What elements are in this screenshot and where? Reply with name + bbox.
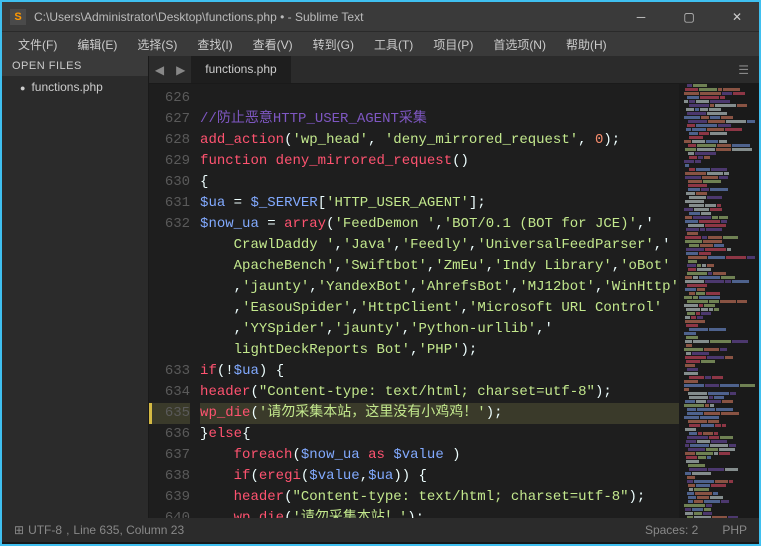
menu-item[interactable]: 查找(I)	[189, 34, 240, 55]
tab-nav-left-icon[interactable]: ◀	[149, 56, 170, 83]
code-area[interactable]: 626627628629630631632 633634635636637638…	[149, 84, 759, 518]
menu-item[interactable]: 工具(T)	[366, 34, 421, 55]
status-language[interactable]: PHP	[722, 523, 747, 537]
gutter: 626627628629630631632 633634635636637638…	[149, 84, 200, 518]
status-position: Line 635, Column 23	[73, 523, 184, 537]
code[interactable]: //防止恶意HTTP_USER_AGENT采集add_action('wp_he…	[200, 84, 679, 518]
console-toggle-icon[interactable]: ⊞	[14, 523, 24, 537]
sidebar: OPEN FILES functions.php	[2, 56, 149, 518]
close-button[interactable]: ✕	[723, 10, 751, 24]
menu-item[interactable]: 文件(F)	[10, 34, 65, 55]
menu-item[interactable]: 编辑(E)	[69, 34, 125, 55]
tabbar: ◀ ▶ functions.php ☰	[149, 56, 759, 84]
tab[interactable]: functions.php	[191, 56, 291, 83]
titlebar: S C:\Users\Administrator\Desktop\functio…	[2, 2, 759, 32]
tab-menu-icon[interactable]: ☰	[728, 56, 759, 83]
statusbar: ⊞ UTF-8, Line 635, Column 23 Spaces: 2 P…	[2, 518, 759, 542]
menubar: 文件(F)编辑(E)选择(S)查找(I)查看(V)转到(G)工具(T)项目(P)…	[2, 32, 759, 56]
menu-item[interactable]: 帮助(H)	[558, 34, 615, 55]
minimap[interactable]	[679, 84, 759, 518]
status-encoding[interactable]: UTF-8	[28, 523, 62, 537]
tab-nav-right-icon[interactable]: ▶	[170, 56, 191, 83]
menu-item[interactable]: 转到(G)	[305, 34, 362, 55]
menu-item[interactable]: 首选项(N)	[485, 34, 554, 55]
menu-item[interactable]: 选择(S)	[129, 34, 185, 55]
window-title: C:\Users\Administrator\Desktop\functions…	[34, 10, 627, 24]
sidebar-header: OPEN FILES	[2, 56, 148, 76]
status-spaces[interactable]: Spaces: 2	[645, 523, 698, 537]
app-icon: S	[10, 9, 26, 25]
editor: ◀ ▶ functions.php ☰ 62662762862963063163…	[149, 56, 759, 518]
minimize-button[interactable]: ─	[627, 10, 655, 24]
maximize-button[interactable]: ▢	[675, 10, 703, 24]
menu-item[interactable]: 查看(V)	[245, 34, 301, 55]
sidebar-file[interactable]: functions.php	[2, 76, 148, 98]
menu-item[interactable]: 项目(P)	[425, 34, 481, 55]
